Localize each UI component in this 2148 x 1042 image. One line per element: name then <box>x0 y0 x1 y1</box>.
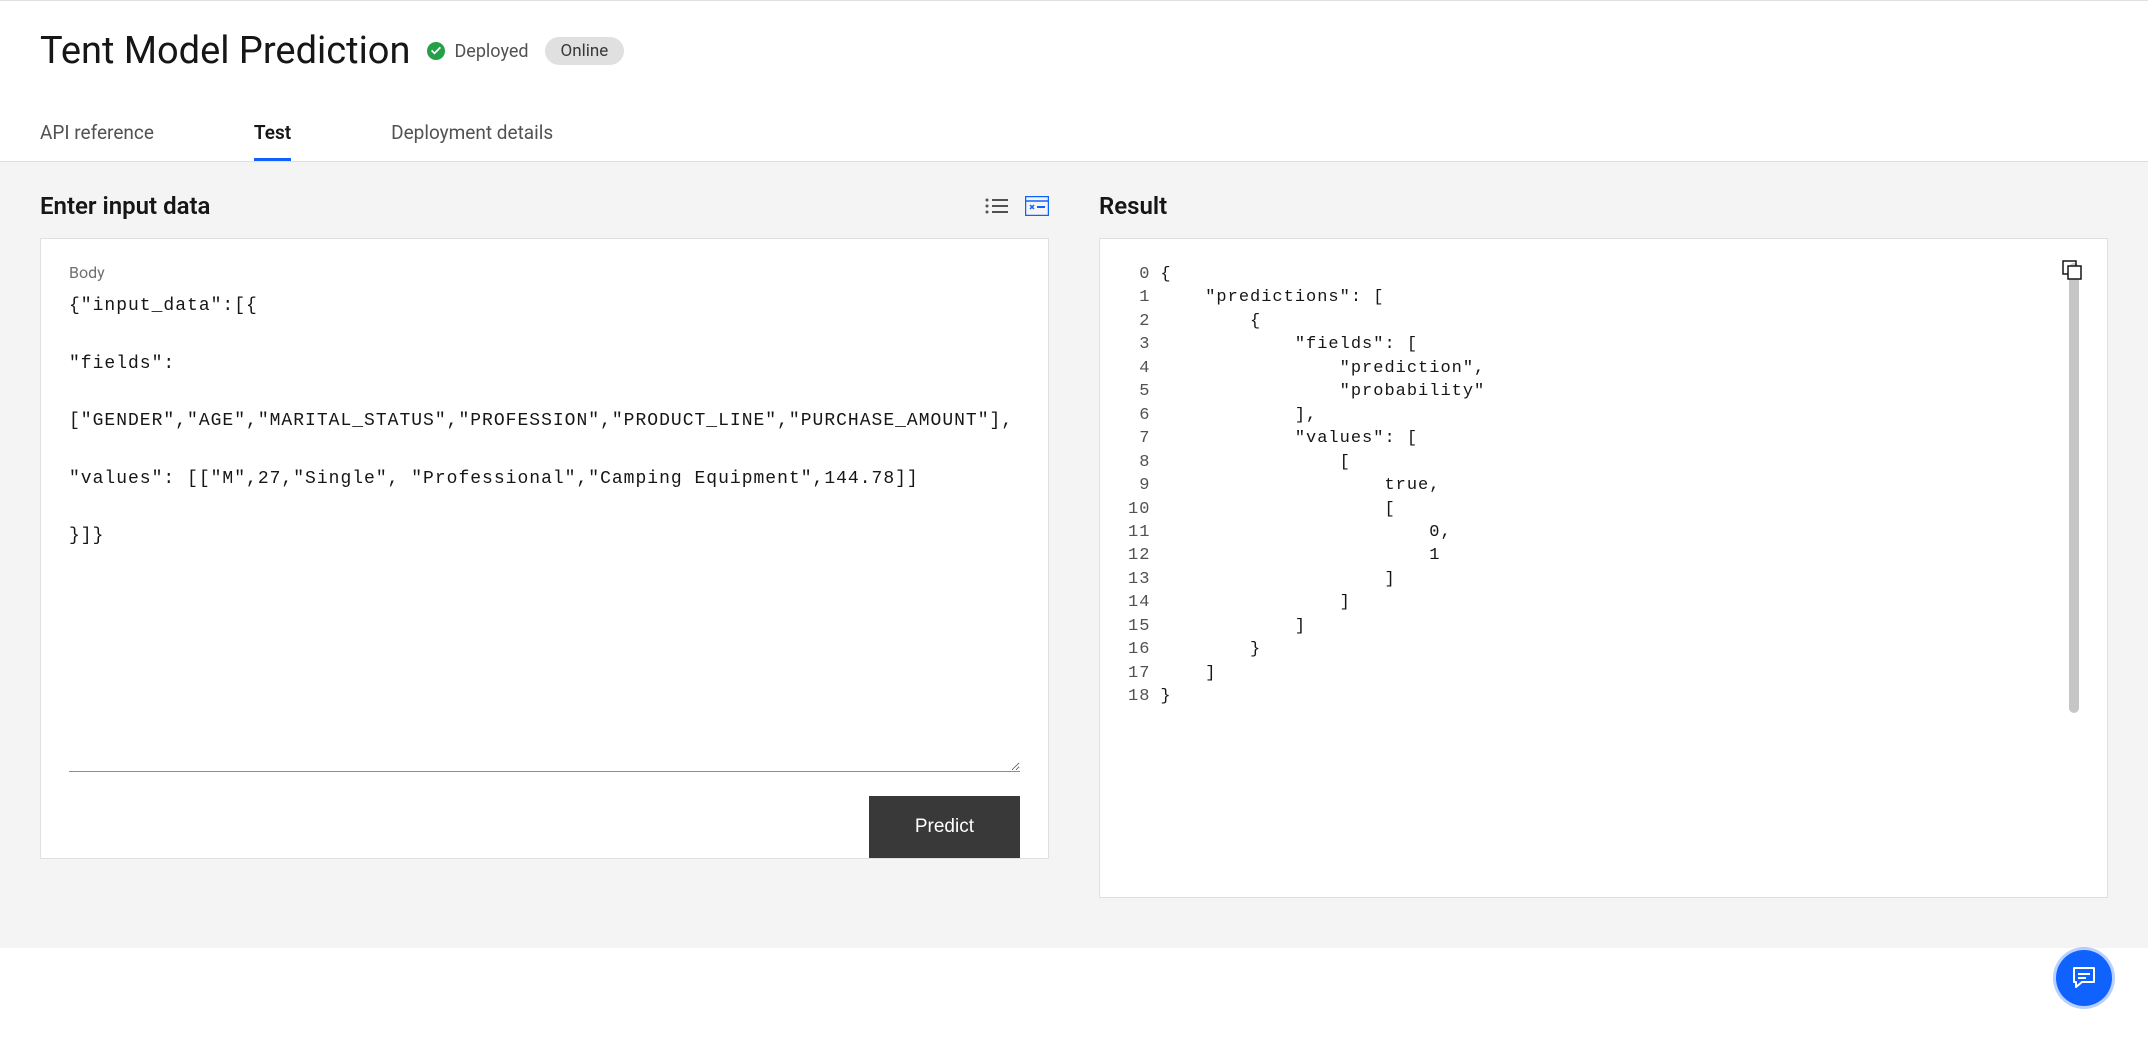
result-card: 0 1 2 3 4 5 6 7 8 9 10 11 12 13 14 15 16… <box>1099 238 2108 898</box>
json-view-icon[interactable] <box>1025 196 1049 216</box>
input-card: Body Predict <box>40 238 1049 859</box>
result-panel-title: Result <box>1099 192 1167 220</box>
tab-test[interactable]: Test <box>254 107 291 161</box>
chat-fab[interactable] <box>2056 950 2112 1006</box>
input-panel: Enter input data <box>40 192 1049 898</box>
result-code: { "predictions": [ { "fields": [ "predic… <box>1160 263 2061 873</box>
chat-icon <box>2070 964 2098 992</box>
status-badge: Online <box>545 37 625 65</box>
body-label: Body <box>69 263 1020 282</box>
tab-api-reference[interactable]: API reference <box>40 107 154 161</box>
checkmark-filled-icon <box>426 41 446 61</box>
body-textarea[interactable] <box>69 292 1020 772</box>
page-title: Tent Model Prediction <box>40 29 410 73</box>
input-panel-title: Enter input data <box>40 192 210 220</box>
predict-button[interactable]: Predict <box>869 796 1020 858</box>
content: Enter input data <box>0 162 2148 948</box>
result-gutter: 0 1 2 3 4 5 6 7 8 9 10 11 12 13 14 15 16… <box>1128 263 1160 873</box>
page-header: Tent Model Prediction Deployed Online <box>0 1 2148 73</box>
tab-deployment-details[interactable]: Deployment details <box>391 107 553 161</box>
deploy-status: Deployed <box>426 41 528 62</box>
result-panel: Result 0 1 2 3 4 5 6 7 8 9 10 11 12 13 1… <box>1099 192 2108 898</box>
status-text: Deployed <box>454 41 528 62</box>
tabs: API reference Test Deployment details <box>0 107 2148 162</box>
scrollbar[interactable] <box>2069 263 2079 713</box>
copy-icon[interactable] <box>2061 259 2083 285</box>
list-view-icon[interactable] <box>985 197 1009 215</box>
